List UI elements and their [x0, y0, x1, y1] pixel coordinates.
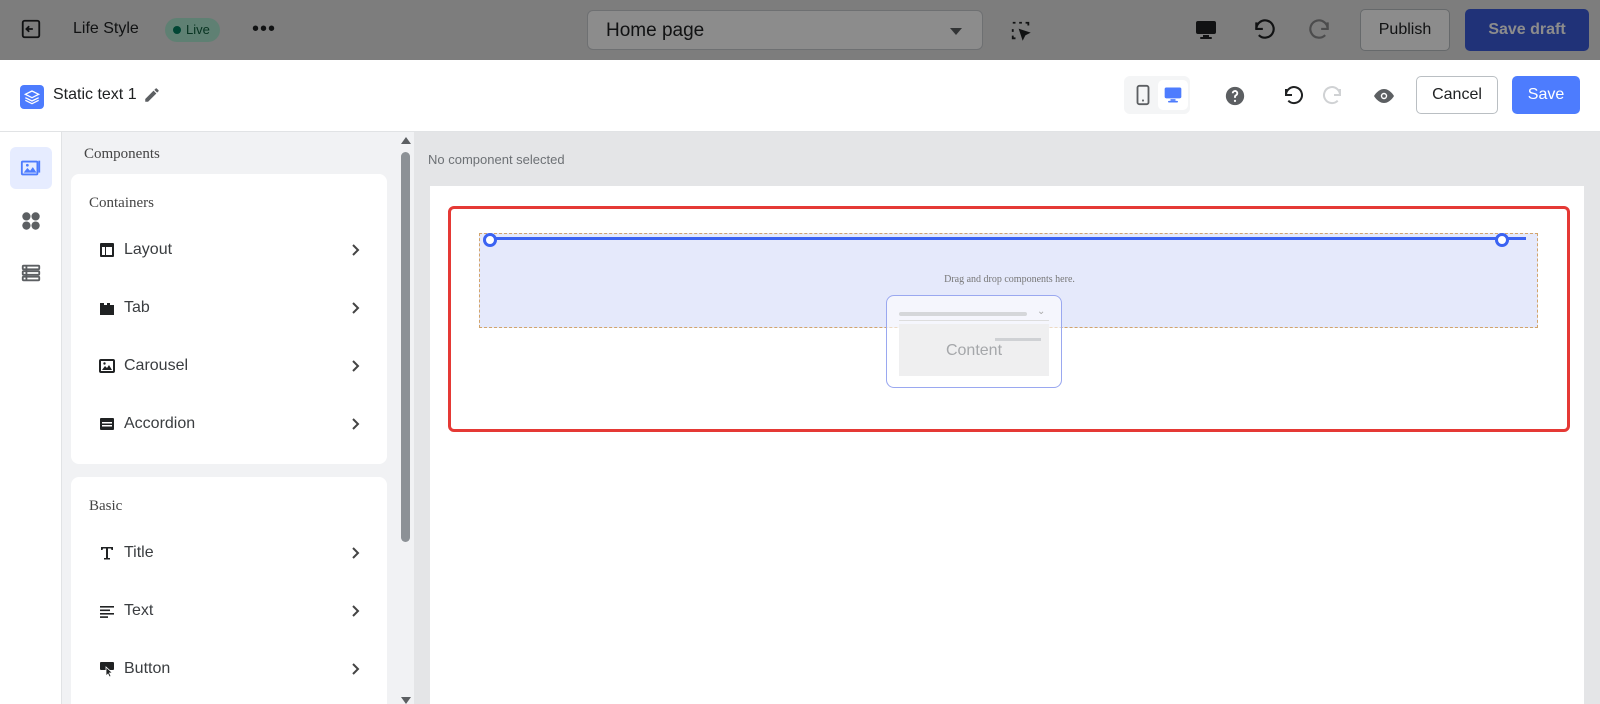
insert-indicator-line	[490, 237, 1526, 240]
component-name: Static text 1	[53, 86, 137, 103]
drop-hint: Drag and drop components here.	[944, 274, 1075, 285]
desktop-icon[interactable]	[1194, 18, 1218, 42]
undo-icon[interactable]	[1252, 17, 1278, 43]
component-item-label: Layout	[124, 241, 173, 258]
preview-eye-icon[interactable]	[1372, 84, 1396, 108]
device-toggle	[1124, 76, 1190, 114]
button-icon	[100, 662, 114, 677]
panel-title: Components	[84, 146, 160, 162]
component-item-label: Tab	[124, 299, 150, 316]
save-draft-button[interactable]: Save draft	[1465, 9, 1589, 51]
ghost-content-box: Content	[899, 324, 1049, 376]
chevron-right-icon	[352, 244, 360, 256]
chevron-right-icon	[352, 605, 360, 617]
editor-canvas: No component selected Drag and drop comp…	[414, 132, 1600, 704]
exit-icon[interactable]	[20, 18, 42, 40]
chevron-down-icon: ⌄	[1037, 306, 1046, 317]
component-item-title[interactable]: Title	[71, 533, 387, 573]
inspector-select-icon[interactable]	[1010, 20, 1032, 42]
component-item-carousel[interactable]: Carousel	[71, 346, 387, 386]
tab-icon	[100, 303, 114, 315]
layout-icon	[100, 243, 114, 257]
card-title: Basic	[89, 498, 123, 514]
live-badge: Live	[165, 18, 220, 42]
scroll-down-icon[interactable]	[401, 697, 411, 704]
layers-logo-icon	[20, 85, 44, 109]
pencil-icon[interactable]	[143, 86, 161, 104]
more-actions-button[interactable]: •••	[252, 18, 276, 40]
image-icon	[99, 359, 115, 373]
scroll-up-icon[interactable]	[401, 137, 411, 144]
text-icon	[100, 606, 114, 618]
component-item-button[interactable]: Button	[71, 649, 387, 689]
component-item-text[interactable]: Text	[71, 591, 387, 631]
publish-button[interactable]: Publish	[1360, 9, 1450, 51]
apps-icon	[22, 212, 40, 230]
insert-handle-right	[1495, 233, 1509, 247]
component-item-label: Button	[124, 660, 171, 677]
page-select-value: Home page	[606, 20, 705, 41]
desktop-view-button[interactable]	[1158, 80, 1188, 110]
undo-icon[interactable]	[1282, 84, 1306, 108]
help-icon[interactable]	[1224, 85, 1246, 107]
card-title: Containers	[89, 195, 154, 211]
chevron-down-icon	[950, 28, 962, 35]
component-item-label: Text	[124, 602, 154, 619]
component-item-accordion[interactable]: Accordion	[71, 404, 387, 444]
ghost-divider	[899, 320, 1049, 321]
redo-icon[interactable]	[1306, 17, 1332, 43]
basic-card: Basic Title Text Button	[71, 477, 387, 704]
sidebar-item-sections[interactable]	[10, 252, 52, 294]
components-panel: Components Containers Layout Tab Carouse…	[62, 132, 398, 704]
chevron-right-icon	[352, 418, 360, 430]
sidebar-rail	[0, 132, 62, 704]
sidebar-item-apps[interactable]	[10, 200, 52, 242]
live-badge-label: Live	[186, 22, 210, 37]
chevron-right-icon	[352, 360, 360, 372]
ghost-content-label: Content	[945, 342, 1003, 359]
save-button[interactable]: Save	[1512, 76, 1580, 114]
containers-card: Containers Layout Tab Carousel Accordion	[71, 174, 387, 464]
mobile-icon[interactable]	[1132, 84, 1154, 106]
images-icon	[20, 160, 41, 176]
redo-icon[interactable]	[1320, 84, 1344, 108]
page-select[interactable]: Home page	[587, 10, 983, 50]
accordion-icon	[100, 418, 114, 430]
theme-editor-topbar: Life Style Live ••• Home page Publish Sa…	[0, 0, 1600, 60]
panel-scrollbar[interactable]	[398, 132, 414, 704]
dragged-component-ghost[interactable]: ⌄ Content	[886, 295, 1062, 388]
store-name: Life Style	[73, 20, 139, 37]
component-editor-header: Static text 1 Cancel Save	[0, 60, 1600, 132]
desktop-icon	[1164, 87, 1182, 103]
insert-handle-left	[483, 233, 497, 247]
selection-status: No component selected	[428, 152, 565, 167]
list-layers-icon	[21, 264, 41, 282]
title-icon	[101, 547, 113, 560]
component-item-label: Carousel	[124, 357, 189, 374]
sidebar-item-components[interactable]	[10, 147, 52, 189]
ghost-header-bar	[899, 312, 1027, 316]
ghost-content-bar	[995, 338, 1041, 341]
cancel-button[interactable]: Cancel	[1416, 76, 1498, 114]
chevron-right-icon	[352, 302, 360, 314]
component-item-label: Accordion	[124, 415, 196, 432]
component-item-label: Title	[124, 544, 154, 561]
chevron-right-icon	[352, 547, 360, 559]
live-dot-icon	[173, 26, 181, 34]
component-item-layout[interactable]: Layout	[71, 230, 387, 270]
component-item-tab[interactable]: Tab	[71, 288, 387, 328]
chevron-right-icon	[352, 663, 360, 675]
scrollbar-thumb[interactable]	[401, 152, 410, 542]
